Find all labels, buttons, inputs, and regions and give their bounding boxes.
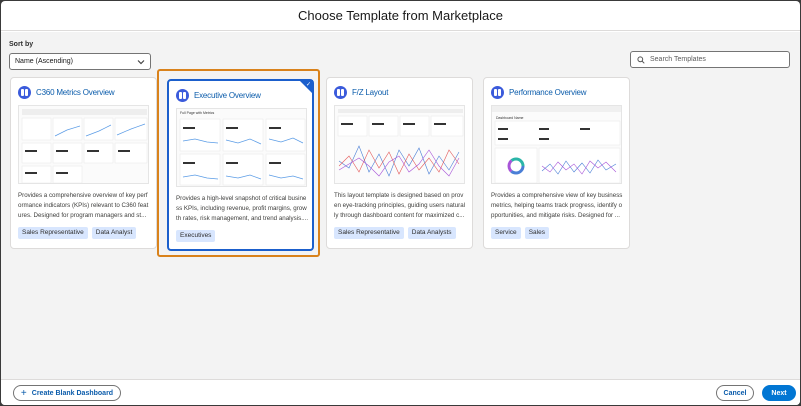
modal-header: Choose Template from Marketplace — [1, 1, 800, 31]
template-card-c360[interactable]: C360 Metrics Overview Provides a compreh… — [10, 77, 157, 249]
chevron-down-icon — [137, 60, 145, 65]
card-description: This layout template is designed based o… — [334, 192, 466, 219]
template-thumbnail — [18, 105, 149, 184]
card-title: Performance Overview — [509, 88, 587, 97]
check-icon: ✓ — [305, 82, 311, 88]
template-logo-icon — [176, 89, 189, 102]
search-placeholder: Search Templates — [650, 56, 706, 63]
modal-title: Choose Template from Marketplace — [298, 8, 503, 23]
template-modal: Choose Template from Marketplace Sort by… — [1, 1, 800, 405]
plus-icon: + — [20, 387, 27, 399]
thumbnail-title: Dashboard Name — [496, 116, 524, 120]
template-card-fz-layout[interactable]: F/Z Layout This layout template is desig… — [326, 77, 473, 249]
sort-label: Sort by — [9, 41, 34, 48]
template-logo-icon — [334, 86, 347, 99]
card-tags: Executives — [176, 230, 216, 242]
card-tags: Sales Representative Data Analysts — [334, 227, 456, 239]
modal-footer: + Create Blank Dashboard Cancel Next — [1, 379, 800, 405]
card-description: Provides a comprehensive view of key bus… — [491, 192, 623, 219]
thumbnail-title: Full Page with Metrics — [180, 111, 215, 115]
template-logo-icon — [491, 86, 504, 99]
create-blank-label: Create Blank Dashboard — [31, 389, 114, 397]
card-title: F/Z Layout — [352, 88, 389, 97]
cancel-button[interactable]: Cancel — [716, 385, 754, 401]
search-icon — [637, 55, 645, 64]
card-tags: Sales Representative Data Analyst — [18, 227, 137, 239]
template-thumbnail — [334, 105, 465, 184]
create-blank-dashboard-button[interactable]: + Create Blank Dashboard — [13, 385, 121, 401]
template-thumbnail: Full Page with Metrics — [176, 108, 307, 187]
tag: Data Analysts — [407, 227, 456, 239]
template-card-executive[interactable]: ✓ Executive Overview Full Page with Metr… — [167, 79, 314, 251]
template-logo-icon — [18, 86, 31, 99]
search-input[interactable]: Search Templates — [630, 51, 790, 68]
tag: Service — [491, 227, 521, 239]
card-tags: Service Sales — [491, 227, 549, 239]
tag: Sales Representative — [18, 227, 88, 239]
next-button[interactable]: Next — [762, 385, 796, 401]
tag: Data Analyst — [91, 227, 137, 239]
card-title: C360 Metrics Overview — [36, 88, 115, 97]
card-title: Executive Overview — [194, 91, 261, 100]
template-card-performance[interactable]: Performance Overview Dashboard Name Prov… — [483, 77, 630, 249]
tag: Sales — [524, 227, 549, 239]
modal-body: Sort by Name (Ascending) Search Template… — [1, 32, 800, 379]
sort-select[interactable]: Name (Ascending) — [9, 53, 151, 70]
tag: Sales Representative — [334, 227, 404, 239]
card-description: Provides a comprehensive overview of key… — [18, 192, 149, 219]
card-description: Provides a high-level snapshot of critic… — [176, 195, 309, 222]
template-thumbnail: Dashboard Name — [491, 105, 622, 184]
sort-select-value: Name (Ascending) — [15, 58, 73, 65]
tag: Executives — [176, 230, 216, 242]
